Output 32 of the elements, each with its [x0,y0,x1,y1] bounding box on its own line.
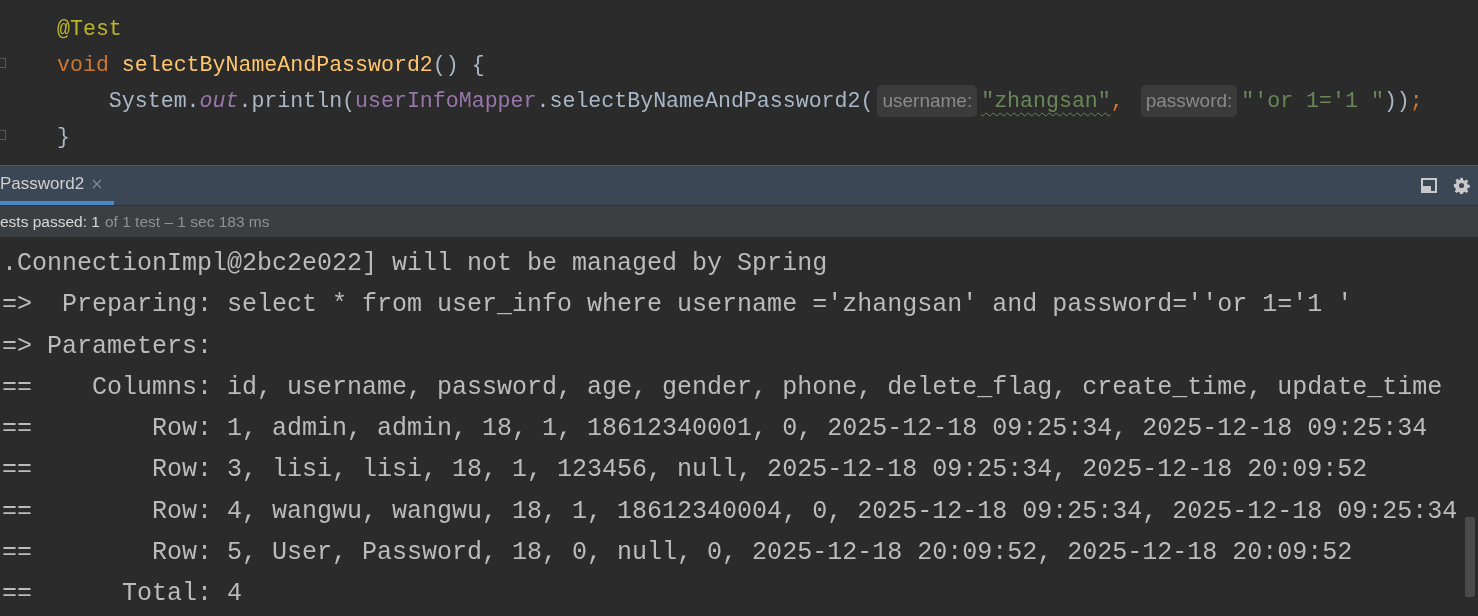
string-literal: "zhangsan" [981,87,1111,115]
parameter-hint: password: [1140,84,1238,118]
field-name: out [199,87,239,115]
annotation-text: @Test [57,15,122,43]
method-name: selectByNameAndPassword2 [121,51,433,79]
console-line: => Preparing: select * from user_info where username ='zhangsan' and password=''or 1='1 ' [2,290,1353,320]
console-line: == Row: 1, admin, admin, 18, 1, 18612340001, 0, 2025-12-18 09:25:34, 2025-12-18 09:25:34 [2,414,1428,444]
console-line: == Columns: id, username, password, age, gender, phone, delete_flag, create_time, update_time [2,372,1443,402]
code-text: .selectByNameAndPassword2( [536,87,874,115]
close-icon[interactable] [92,178,103,189]
keyword-text: ; [1409,87,1423,115]
keyword-text: , [1110,87,1125,115]
code-text: )) [1383,87,1410,115]
console-line: .ConnectionImpl@2bc2e022] will not be managed by Spring [2,249,828,278]
code-text: System. [107,87,200,115]
code-text: } [57,123,70,151]
code-text: .println( [238,87,356,115]
scrollbar[interactable] [1465,517,1475,597]
parameter-hint: username: [877,84,978,118]
test-summary: ests passed: 1 [0,211,100,232]
layout-icon[interactable] [1421,178,1437,193]
test-duration: of 1 test – 1 sec 183 ms [104,211,270,232]
settings-icon[interactable] [1453,177,1470,194]
console-line: == Row: 4, wangwu, wangwu, 18, 1, 18612340004, 0, 2025-12-18 09:25:34, 2025-12-18 09:25:34 [2,496,1458,526]
console-line: == Row: 5, User, Password, 18, 0, null, 0, 2025-12-18 20:09:52, 2025-12-18 20:09:52 [2,538,1353,568]
console-line: == Row: 3, lisi, lisi, 18, 1, 123456, null, 2025-12-18 09:25:34, 2025-12-18 20:09:52 [2,455,1368,485]
code-text: () { [432,51,485,79]
console-line: == Total: 4 [2,579,243,609]
keyword-text: void [57,51,110,79]
string-literal: "'or 1='1 " [1241,87,1384,115]
field-name: userInfoMapper [355,87,537,115]
console-line: => Parameters: [2,331,213,361]
